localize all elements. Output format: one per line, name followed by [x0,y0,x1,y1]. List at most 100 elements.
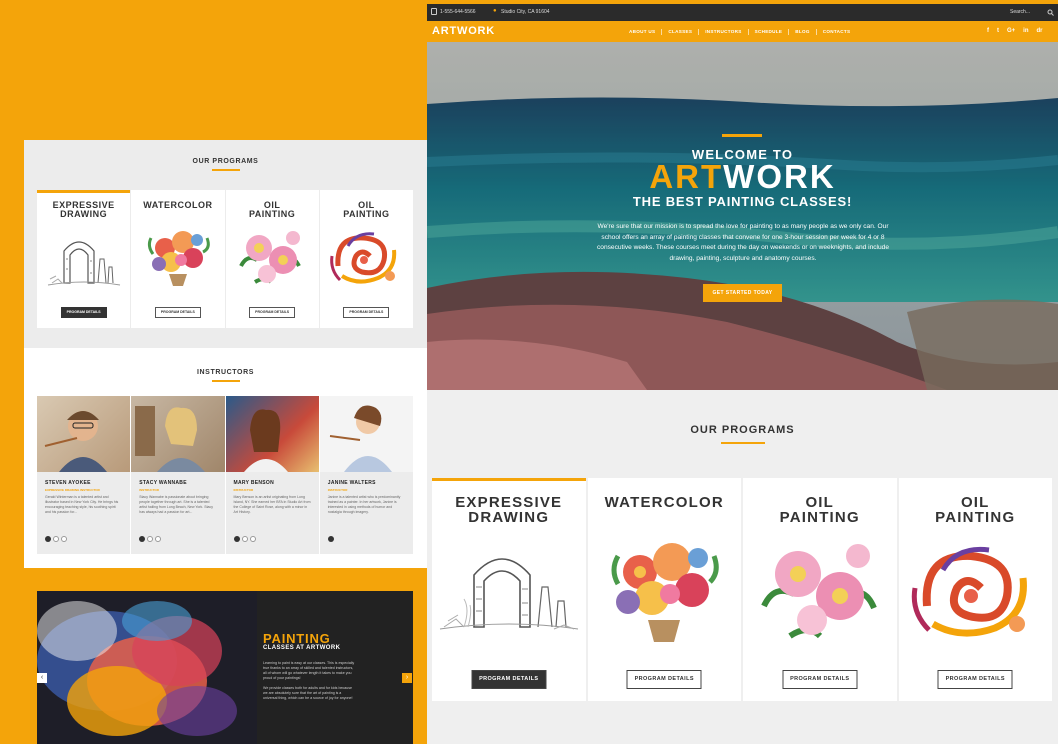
flower-bouquet-image [611,543,719,642]
hero-section: WELCOME TO ARTWORK THE BEST PAINTING CLA… [427,42,1058,390]
nav-contacts[interactable]: CONTACTS [817,29,857,35]
flower-bouquet-image [147,231,210,286]
program-card-oil-2[interactable]: OIL PAINTING PROGRAM DETAILS [319,190,413,328]
arch-sketch-image [47,241,120,286]
linkedin-icon[interactable]: in [1023,28,1028,34]
instructor-social-links [45,536,67,542]
program-details-button[interactable]: PROGRAM DETAILS [154,307,201,318]
nav-classes[interactable]: CLASSES [662,29,700,35]
program-card-title: OIL PAINTING [343,200,390,219]
instructor-photo [37,396,131,472]
instructor-photo [225,396,319,472]
main-navbar: ARTWORK ABOUT US CLASSES INSTRUCTORS SCH… [427,21,1058,42]
facebook-icon[interactable] [45,536,51,542]
programs-title: OUR PROGRAMS [427,424,1058,444]
search-input[interactable]: Search... [1010,9,1030,15]
location-text: Studio City, CA 91604 [501,9,550,15]
program-details-button[interactable]: PROGRAM DETAILS [249,307,296,318]
instructor-role: EXPRESSIVE DRAWING INSTRUCTOR [45,488,100,492]
instructor-social-links [327,536,334,542]
get-started-button[interactable]: GET STARTED TODAY [703,284,782,302]
program-card-title: OIL PAINTING [935,494,1016,526]
program-card-oil-2[interactable]: OIL PAINTING PROGRAM DETAILS [898,478,1052,701]
facebook-icon[interactable]: f [987,28,989,34]
instructor-card[interactable]: STEVEN AYOKEE EXPRESSIVE DRAWING INSTRUC… [37,396,131,554]
instructor-name: MARY BENSON [233,480,275,486]
hero-subtitle: THE BEST PAINTING CLASSES! [632,194,853,209]
painting-slider: PAINTING CLASSES AT ARTWORK Learning to … [37,591,413,744]
abstract-swirl-image [912,546,1028,637]
abstract-swirl-image [330,232,397,284]
instructor-role: INSTRUCTOR [233,488,254,492]
nav-blog[interactable]: BLOG [789,29,817,35]
nav-schedule[interactable]: SCHEDULE [749,29,790,35]
instructor-name: STACY WANNABE [139,480,187,486]
nav-instructors[interactable]: INSTRUCTORS [699,29,749,35]
program-details-button[interactable]: PROGRAM DETAILS [343,307,390,318]
program-card-watercolor[interactable]: WATERCOLOR PROGRAM DETAILS [587,478,741,701]
hero-brand: ARTWORK [427,159,1058,195]
programs-section: OUR PROGRAMS EXPRESSIVE DRAWING PROGRAM … [427,390,1058,744]
program-card-watercolor[interactable]: WATERCOLOR PROGRAM DETAILS [131,190,225,328]
left-preview: OUR PROGRAMS EXPRESSIVE DRAWING PROGRAM … [24,140,427,744]
instructor-card[interactable]: MARY BENSON INSTRUCTOR Mary Benson is an… [225,396,319,554]
program-card-title: WATERCOLOR [143,200,213,210]
instructor-photo [319,396,413,472]
linkedin-icon[interactable] [155,536,162,542]
programs-title: OUR PROGRAMS [24,158,427,171]
right-preview: 1-555-644-5566 ● Studio City, CA 91604 S… [427,4,1058,744]
linkedin-icon[interactable] [249,536,256,542]
instructor-bio: Stacy Wannabe is passionate about bringi… [139,495,213,514]
search-icon[interactable] [1047,9,1054,16]
twitter-icon[interactable] [147,536,154,542]
program-details-button[interactable]: PROGRAM DETAILS [471,670,547,689]
twitter-icon[interactable] [241,536,248,542]
linkedin-icon[interactable] [61,536,67,542]
instructor-name: STEVEN AYOKEE [45,480,91,486]
facebook-icon[interactable] [139,536,146,542]
watercolor-seascape-image [427,42,1058,390]
instructor-name: JANINE WALTERS [327,480,376,486]
google-plus-icon[interactable]: G+ [1007,28,1015,34]
arch-sketch-image [439,558,578,630]
site-logo[interactable]: ARTWORK [432,25,495,37]
painting-subtitle: CLASSES AT ARTWORK [263,645,341,651]
dahlia-image [761,544,877,639]
program-details-button[interactable]: PROGRAM DETAILS [60,307,107,318]
program-card-oil-1[interactable]: OIL PAINTING PROGRAM DETAILS [743,478,897,701]
dribbble-icon[interactable]: dr [1037,28,1043,34]
facebook-icon[interactable] [233,536,240,542]
program-cards: EXPRESSIVE DRAWING PROGRAM DETAILS WATER… [432,478,1052,701]
instructor-bio: Gerald Winterman is a talented artist an… [45,495,119,514]
social-links: f t G+ in dr [987,28,1043,34]
phone-number[interactable]: 1-555-644-5566 [440,9,476,15]
program-card-oil-1[interactable]: OIL PAINTING PROGRAM DETAILS [225,190,319,328]
program-card-title: OIL PAINTING [779,494,860,526]
instructor-card[interactable]: JANINE WALTERS INSTRUCTOR Janine is a ta… [319,396,413,554]
slider-next-button[interactable]: › [402,673,412,683]
location-pin-icon: ● [493,8,497,14]
painting-classes-section: PAINTING CLASSES AT ARTWORK Learning to … [24,568,427,744]
facebook-icon[interactable] [327,536,334,542]
slider-prev-button[interactable]: ‹ [37,673,47,683]
hero-brand-work: WORK [723,158,836,195]
instructor-role: INSTRUCTOR [139,488,159,492]
hero-brand-art: ART [649,158,724,195]
program-card-title: OIL PAINTING [248,200,296,219]
top-bar: 1-555-644-5566 ● Studio City, CA 91604 S… [427,4,1058,21]
phone-icon [431,8,437,15]
instructor-photo [131,396,225,472]
program-details-button[interactable]: PROGRAM DETAILS [626,670,702,689]
program-card-title: WATERCOLOR [604,494,724,511]
program-details-button[interactable]: PROGRAM DETAILS [937,670,1013,689]
program-details-button[interactable]: PROGRAM DETAILS [782,670,858,689]
twitter-icon[interactable]: t [997,28,999,34]
painting-description: Learning to paint is easy at our classes… [263,661,355,701]
nav-about-us[interactable]: ABOUT US [623,29,663,35]
instructor-bio: Janine is a talented artist who is predo… [327,495,401,514]
painting-smoke-image [37,591,257,744]
twitter-icon[interactable] [53,536,59,542]
instructor-card[interactable]: STACY WANNABE INSTRUCTOR Stacy Wannabe i… [131,396,225,554]
program-card-drawing[interactable]: EXPRESSIVE DRAWING PROGRAM DETAILS [432,478,586,701]
program-card-drawing[interactable]: EXPRESSIVE DRAWING PROGRAM DETAILS [37,190,131,328]
